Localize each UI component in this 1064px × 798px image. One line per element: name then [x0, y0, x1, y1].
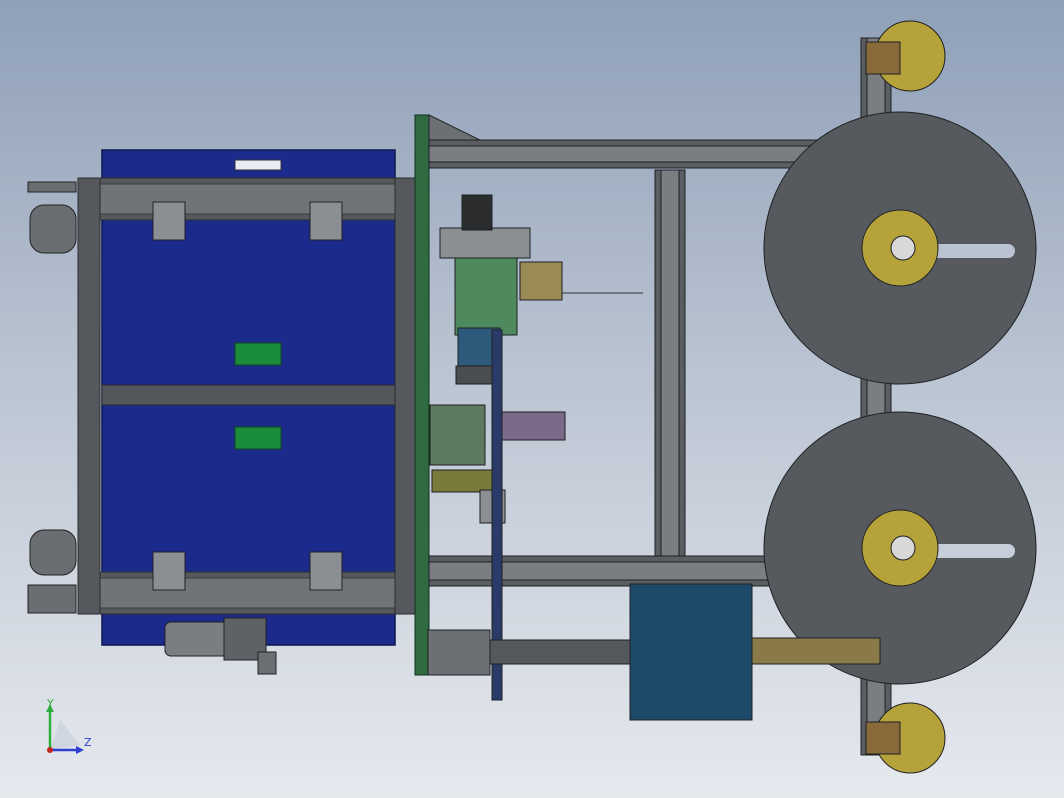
- reel-lower-bore: [890, 535, 916, 561]
- green-label-top: [234, 342, 282, 366]
- control-box: [629, 583, 753, 721]
- gripper: [499, 411, 566, 441]
- casters: [27, 181, 77, 614]
- z-axis-label: Z: [84, 736, 92, 749]
- caster-top: [27, 181, 77, 193]
- cabinet-handle-slot: [234, 159, 282, 171]
- z-axis-arrow: [76, 746, 84, 754]
- y-axis-label: Y: [46, 697, 54, 710]
- actuator-mount: [427, 629, 491, 676]
- reel-bracket-top: [865, 41, 901, 75]
- motor-fitting: [257, 651, 277, 675]
- cabinet-shelf: [101, 384, 396, 406]
- caster-bottom-wheel: [29, 529, 77, 576]
- reel-bracket-bottom: [865, 721, 901, 755]
- reel-upper-bore: [890, 235, 916, 261]
- hinge: [309, 551, 343, 591]
- post-middle-inner: [660, 169, 680, 557]
- hinge: [152, 201, 186, 241]
- x-axis-dot: [47, 747, 53, 753]
- motor-body: [164, 621, 231, 657]
- hinge: [309, 201, 343, 241]
- stepper-motor: [461, 194, 493, 231]
- cabinet-frame-left: [77, 177, 101, 615]
- mechanism-plate: [439, 227, 531, 259]
- coordinate-triad: Y Z: [46, 697, 92, 754]
- actuator-rod: [489, 639, 631, 665]
- mechanism-block: [454, 254, 518, 336]
- cad-viewport[interactable]: Y Z: [0, 0, 1064, 798]
- caster-top-wheel: [29, 204, 77, 254]
- cabinet-frame-bottom-inner: [83, 577, 413, 609]
- hinge: [152, 551, 186, 591]
- caster-bottom: [27, 584, 77, 614]
- green-label-bottom: [234, 426, 282, 450]
- brass-rod: [751, 637, 881, 665]
- green-plate: [414, 114, 430, 676]
- mechanism-cluster: [429, 194, 643, 701]
- machine-assembly-drawing[interactable]: Y Z: [0, 0, 1064, 798]
- sensor-block: [429, 404, 486, 466]
- triad-plane: [50, 720, 80, 750]
- bracket: [519, 261, 563, 301]
- cabinet-frame-right: [394, 177, 418, 615]
- motor-assembly: [164, 617, 277, 675]
- reel-lower-slot: [930, 544, 1015, 558]
- cabinet-frame-top-inner: [83, 183, 413, 215]
- cabinet: [77, 149, 419, 646]
- reel-upper-slot: [930, 244, 1015, 258]
